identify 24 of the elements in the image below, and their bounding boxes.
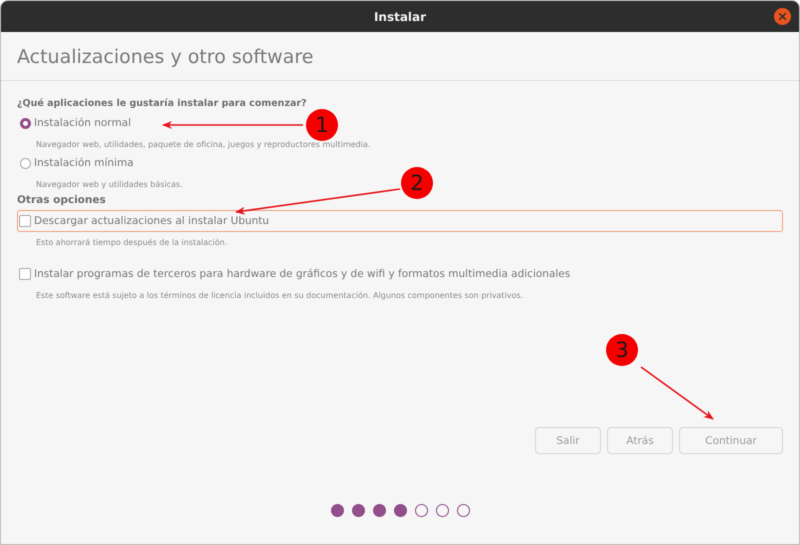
page-heading: Actualizaciones y otro software: [17, 46, 314, 68]
section-question: ¿Qué aplicaciones le gustaría instalar para comenzar?: [17, 98, 308, 109]
dialog-button[interactable]: Salir: [535, 427, 601, 454]
radio-label: Instalación mínima: [34, 157, 134, 169]
annotation-number: 3: [606, 334, 638, 366]
section-title: Otras opciones: [17, 194, 107, 206]
window-title: Instalar: [374, 10, 426, 24]
dialog-button[interactable]: Atrás: [607, 427, 673, 454]
radio-label: Instalación normal: [34, 117, 132, 129]
radio-button[interactable]: [20, 158, 31, 168]
checkbox-label: Descargar actualizaciones al instalar Ubuntu: [34, 215, 270, 227]
checkbox-label: Instalar programas de terceros para hardware de gráficos y de wifi y formatos multimedia adicionales: [34, 268, 570, 280]
checkbox[interactable]: [19, 215, 31, 227]
option-description: Esto ahorrará tiempo después de la instalación.: [35, 238, 228, 247]
dialog-button[interactable]: Continuar: [679, 427, 783, 454]
radio-button[interactable]: [20, 118, 31, 128]
close-button[interactable]: [774, 8, 791, 25]
option-description: Este software está sujeto a los términos de licencia incluidos en su documentación. Algunos componentes son privativos.: [35, 291, 524, 300]
annotation-number: 2: [401, 167, 433, 199]
option-description: Navegador web y utilidades básicas.: [35, 180, 183, 189]
checkbox[interactable]: [19, 268, 31, 280]
annotation-number: 1: [306, 109, 338, 141]
option-description: Navegador web, utilidades, paquete de oficina, juegos y reproductores multimedia.: [35, 140, 370, 149]
close-icon: [779, 13, 786, 20]
